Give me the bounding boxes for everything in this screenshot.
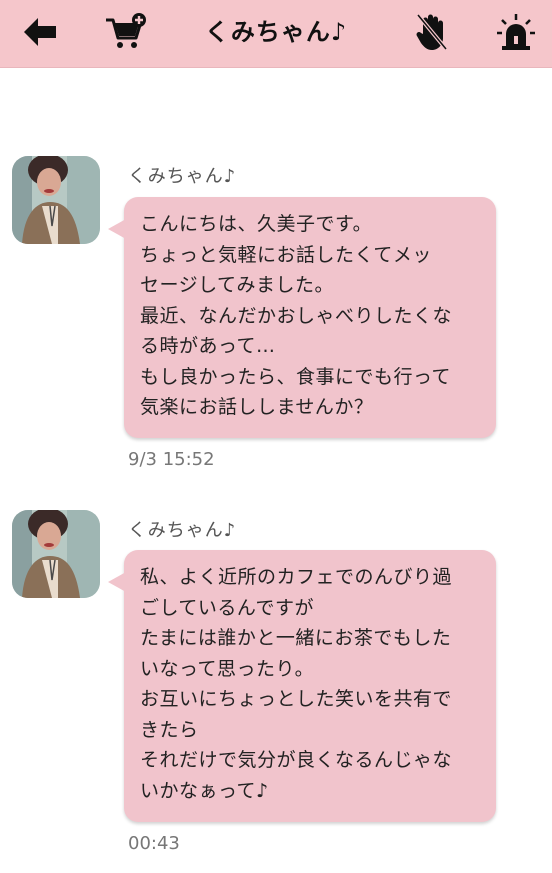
message-timestamp: 9/3 15:52 [128, 449, 215, 470]
message-line: もし良かったら、食事にでも行って [140, 365, 452, 388]
message-line: ごしているんですが [140, 596, 314, 619]
message-line: る時があって… [140, 335, 276, 357]
back-arrow-icon [24, 18, 56, 46]
sender-name: くみちゃん♪ [128, 520, 237, 541]
profile-photo [12, 156, 100, 244]
message-line: きたら [140, 718, 199, 741]
block-hand-icon [416, 13, 448, 51]
message-line: 私、よく近所のカフェでのんびり過 [140, 566, 453, 588]
report-button[interactable] [494, 10, 538, 54]
message-line: セージしてみました。 [140, 274, 335, 296]
profile-photo [12, 510, 100, 598]
message-bubble: 私、よく近所のカフェでのんびり過 ごしているんですが たまには誰かと一緒にお茶で… [108, 550, 496, 822]
message-line: たまには誰かと一緒にお茶でもした [140, 627, 452, 649]
back-button[interactable] [18, 10, 62, 54]
message-line: いかなぁって♪ [140, 779, 269, 802]
cart-add-icon [106, 13, 146, 48]
block-user-button[interactable] [410, 10, 454, 54]
page-title: くみちゃん♪ [204, 17, 348, 46]
message-line: お互いにちょっとした笑いを共有で [140, 688, 453, 710]
message-timestamp: 00:43 [128, 833, 180, 854]
message-bubble: こんにちは、久美子です。 ちょっと気軽にお話したくてメッ セージしてみました。 … [108, 197, 496, 438]
app-header: くみちゃん♪ [0, 0, 552, 68]
avatar[interactable] [12, 510, 100, 598]
message-line: 最近、なんだかおしゃべりしたくな [140, 304, 453, 327]
sender-name: くみちゃん♪ [128, 166, 237, 187]
alarm-siren-icon [497, 14, 535, 50]
message-line: それだけで気分が良くなるんじゃな [140, 749, 453, 771]
message-line: 気楽にお話ししませんか？ [140, 396, 374, 418]
message-line: こんにちは、久美子です。 [140, 213, 373, 235]
add-to-cart-button[interactable] [104, 10, 148, 54]
message-line: ちょっと気軽にお話したくてメッ [140, 243, 432, 266]
message-line: いなって思ったり。 [140, 657, 315, 680]
avatar[interactable] [12, 156, 100, 244]
